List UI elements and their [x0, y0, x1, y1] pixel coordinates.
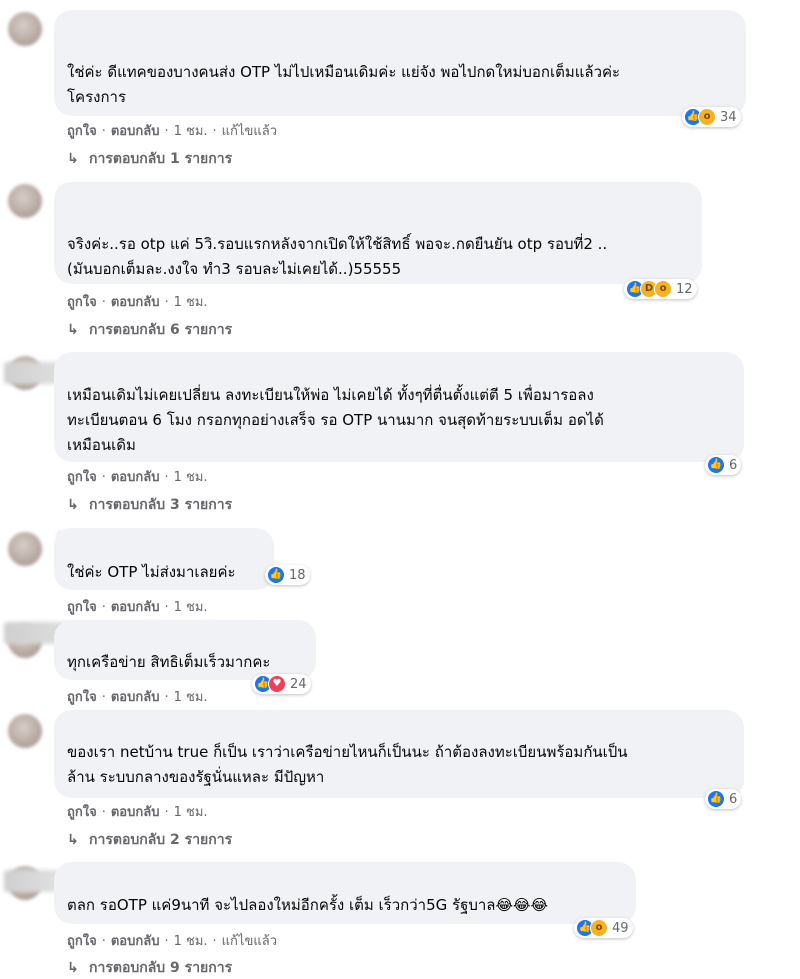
reply-arrow-icon: ↳	[67, 960, 79, 976]
comment-actions: ถูกใจ · ตอบกลับ · 1 ชม.	[67, 600, 208, 615]
edited-label: แก้ไขแล้ว	[221, 934, 277, 949]
comment-actions: ถูกใจ · ตอบกลับ · 1 ชม.	[67, 295, 208, 310]
like-link[interactable]: ถูกใจ	[67, 470, 97, 485]
reaction-count: 24	[290, 676, 307, 692]
avatar[interactable]	[8, 12, 42, 46]
timestamp[interactable]: 1 ชม.	[174, 470, 208, 485]
timestamp[interactable]: 1 ชม.	[174, 295, 208, 310]
like-icon: 👍	[267, 566, 285, 584]
view-replies-link[interactable]: ↳ การตอบกลับ 6 รายการ	[67, 319, 232, 341]
reply-arrow-icon: ↳	[67, 322, 79, 338]
reaction-count: 6	[729, 791, 738, 807]
comment-text: ตลก รอOTP แค่9นาที จะไปลองใหม่อีกครั้ง เ…	[67, 896, 549, 914]
timestamp[interactable]: 1 ชม.	[174, 934, 208, 949]
reply-link[interactable]: ตอบกลับ	[111, 690, 160, 705]
view-replies-link[interactable]: ↳ การตอบกลับ 3 รายการ	[67, 494, 232, 516]
wow-icon: o	[698, 108, 716, 126]
view-replies-link[interactable]: ↳ การตอบกลับ 1 รายการ	[67, 148, 232, 170]
reaction-count: 18	[289, 567, 306, 583]
comment-text: ทุกเครือข่าย สิทธิเต็มเร็วมากคะ	[67, 653, 271, 671]
reaction-summary[interactable]: 👍 o 34	[682, 107, 741, 127]
like-link[interactable]: ถูกใจ	[67, 934, 97, 949]
reaction-count: 49	[612, 920, 629, 936]
reply-link[interactable]: ตอบกลับ	[111, 295, 160, 310]
avatar[interactable]	[8, 532, 42, 566]
reaction-summary[interactable]: 👍 ♥ 24	[252, 674, 311, 694]
comment-text: ของเรา netบ้าน true ก็เป็น เราว่าเครือข่…	[67, 743, 628, 786]
like-link[interactable]: ถูกใจ	[67, 295, 97, 310]
reaction-count: 6	[729, 457, 738, 473]
view-replies-link[interactable]: ↳ การตอบกลับ 2 รายการ	[67, 829, 232, 851]
reaction-summary[interactable]: 👍 6	[705, 455, 742, 475]
like-link[interactable]: ถูกใจ	[67, 805, 97, 820]
comment-text: ใช่ค่ะ OTP ไม่ส่งมาเลยค่ะ	[67, 563, 236, 581]
comment-actions: ถูกใจ · ตอบกลับ · 1 ชม. · แก้ไขแล้ว	[67, 934, 277, 949]
reply-arrow-icon: ↳	[67, 151, 79, 167]
wow-icon: o	[654, 280, 672, 298]
reply-link[interactable]: ตอบกลับ	[111, 124, 160, 139]
like-icon: 👍	[707, 790, 725, 808]
comment-text: ใช่ค่ะ ดีแทคของบางคนส่ง OTP ไม่ไปเหมือนเ…	[67, 63, 621, 106]
avatar[interactable]	[8, 714, 42, 748]
view-replies-link[interactable]: ↳ การตอบกลับ 9 รายการ	[67, 957, 232, 979]
timestamp[interactable]: 1 ชม.	[174, 600, 208, 615]
reply-link[interactable]: ตอบกลับ	[111, 805, 160, 820]
reply-link[interactable]: ตอบกลับ	[111, 600, 160, 615]
reply-link[interactable]: ตอบกลับ	[111, 934, 160, 949]
like-link[interactable]: ถูกใจ	[67, 124, 97, 139]
like-link[interactable]: ถูกใจ	[67, 600, 97, 615]
timestamp[interactable]: 1 ชม.	[174, 690, 208, 705]
comment-actions: ถูกใจ · ตอบกลับ · 1 ชม.	[67, 805, 208, 820]
wow-icon: o	[590, 919, 608, 937]
love-icon: ♥	[268, 675, 286, 693]
reaction-summary[interactable]: 👍 D o 12	[624, 279, 697, 299]
timestamp[interactable]: 1 ชม.	[174, 805, 208, 820]
comment-actions: ถูกใจ · ตอบกลับ · 1 ชม.	[67, 690, 208, 705]
edited-label: แก้ไขแล้ว	[221, 124, 277, 139]
reply-arrow-icon: ↳	[67, 832, 79, 848]
comment-text: จริงค่ะ..รอ otp แค่ 5วิ.รอบแรกหลังจากเปิ…	[67, 235, 608, 278]
reaction-count: 12	[676, 281, 693, 297]
comment-text: เหมือนเดิมไม่เคยเปลี่ยน ลงทะเบียนให้พ่อ …	[67, 386, 604, 454]
reaction-summary[interactable]: 👍 18	[265, 565, 310, 585]
like-link[interactable]: ถูกใจ	[67, 690, 97, 705]
avatar[interactable]	[8, 184, 42, 218]
like-icon: 👍	[707, 456, 725, 474]
reaction-count: 34	[720, 109, 737, 125]
timestamp[interactable]: 1 ชม.	[174, 124, 208, 139]
comment-actions: ถูกใจ · ตอบกลับ · 1 ชม. · แก้ไขแล้ว	[67, 124, 277, 139]
reaction-summary[interactable]: 👍 6	[705, 789, 742, 809]
reaction-summary[interactable]: 👍 o 49	[574, 918, 633, 938]
reply-link[interactable]: ตอบกลับ	[111, 470, 160, 485]
comment-actions: ถูกใจ · ตอบกลับ · 1 ชม.	[67, 470, 208, 485]
reply-arrow-icon: ↳	[67, 497, 79, 513]
